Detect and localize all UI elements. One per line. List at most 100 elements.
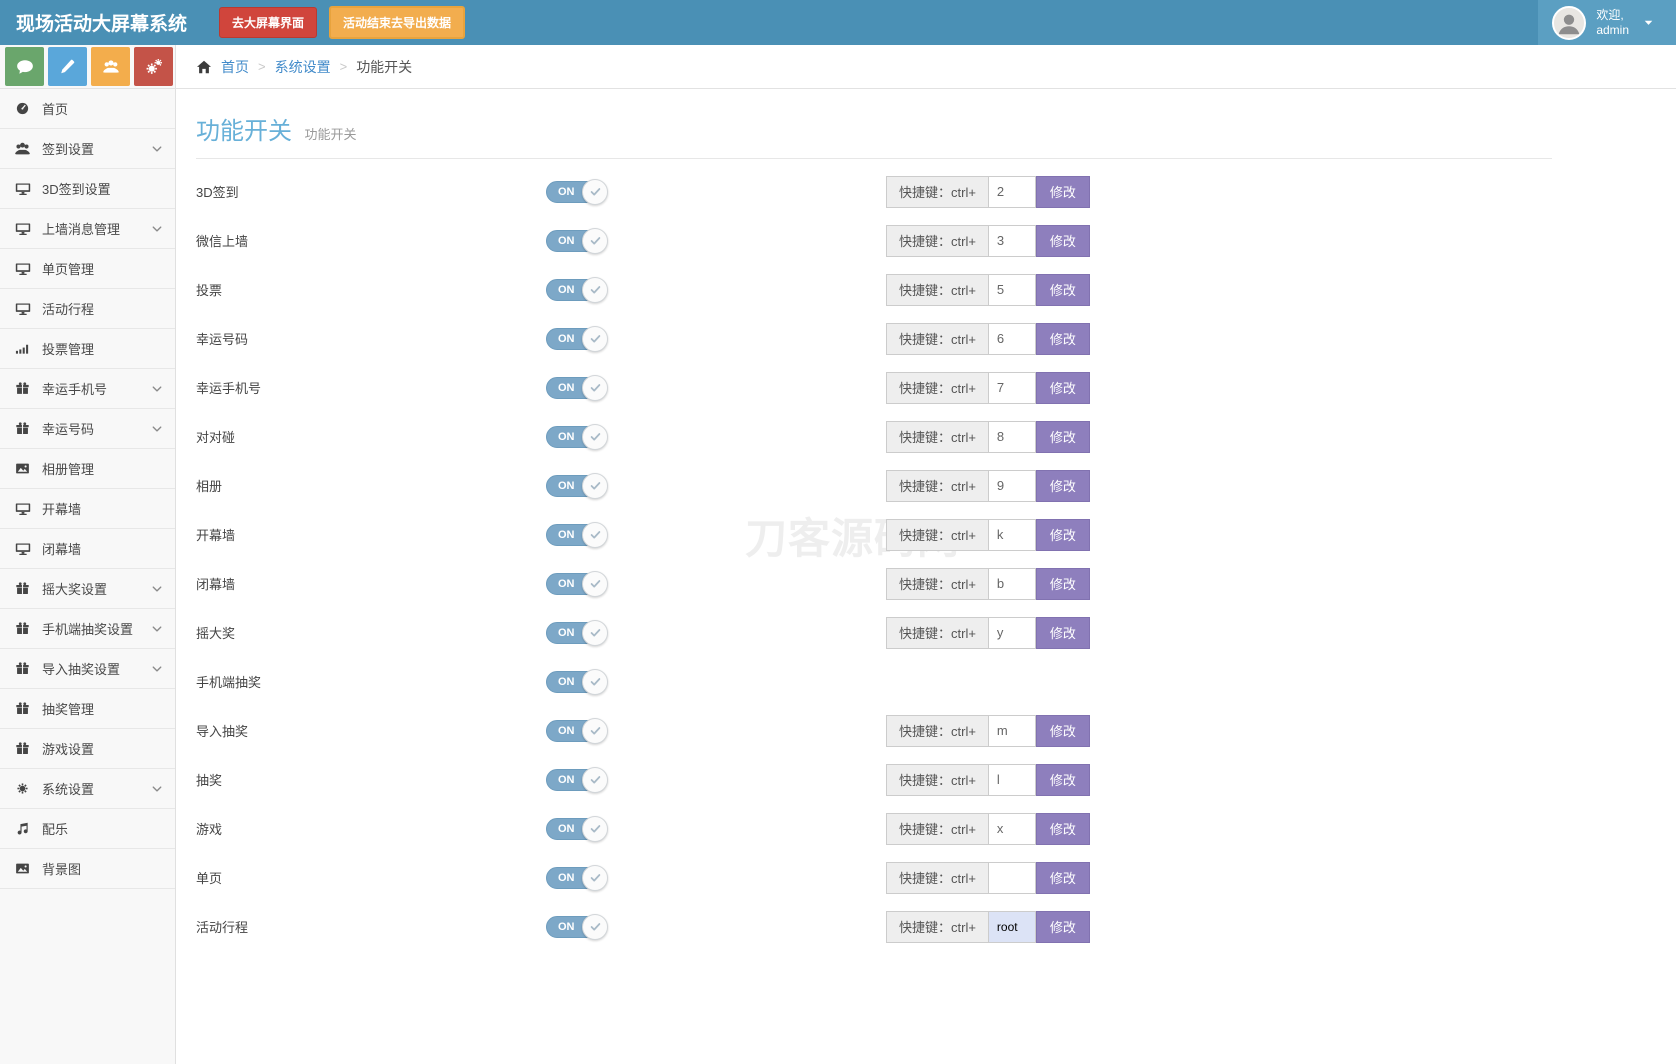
feature-toggle[interactable]: ON (546, 228, 608, 254)
feature-label: 手机端抽奖 (196, 672, 546, 691)
modify-button[interactable]: 修改 (1036, 617, 1090, 649)
sidebar-item-event-schedule[interactable]: 活动行程 (0, 289, 175, 329)
shortcut-key-input[interactable] (988, 764, 1036, 796)
sidebar-item-label: 摇大奖设置 (42, 579, 140, 598)
sidebar-item-shake-prize-settings[interactable]: 摇大奖设置 (0, 569, 175, 609)
sidebar-item-signin-settings[interactable]: 签到设置 (0, 129, 175, 169)
feature-toggle[interactable]: ON (546, 914, 608, 940)
modify-button[interactable]: 修改 (1036, 519, 1090, 551)
sidebar-item-lucky-number[interactable]: 幸运号码 (0, 409, 175, 449)
modify-button[interactable]: 修改 (1036, 470, 1090, 502)
sidebar-item-game-settings[interactable]: 游戏设置 (0, 729, 175, 769)
feature-label: 相册 (196, 476, 546, 495)
feature-toggle[interactable]: ON (546, 326, 608, 352)
chevron-down-icon (151, 663, 163, 675)
shortcut-group: 快捷键：ctrl+修改 (886, 862, 1090, 894)
sidebar-item-home[interactable]: 首页 (0, 89, 175, 129)
sidebar-item-lucky-phone-number[interactable]: 幸运手机号 (0, 369, 175, 409)
sidebar-menu: 首页签到设置3D签到设置上墙消息管理单页管理活动行程投票管理幸运手机号幸运号码相… (0, 89, 176, 1064)
sidebar-item-lottery-management[interactable]: 抽奖管理 (0, 689, 175, 729)
modify-button[interactable]: 修改 (1036, 176, 1090, 208)
modify-button[interactable]: 修改 (1036, 274, 1090, 306)
chevron-down-icon (151, 143, 163, 155)
shortcut-key-input[interactable] (988, 274, 1036, 306)
feature-label: 活动行程 (196, 917, 546, 936)
feature-toggle[interactable]: ON (546, 473, 608, 499)
breadcrumb-current: 功能开关 (356, 57, 412, 77)
feature-toggle[interactable]: ON (546, 669, 608, 695)
chevron-down-icon (151, 423, 163, 435)
shortcut-key-input[interactable] (988, 862, 1036, 894)
feature-toggle[interactable]: ON (546, 865, 608, 891)
shortcut-addon-label: 快捷键：ctrl+ (886, 470, 988, 502)
feature-row-import-lottery: 导入抽奖ON快捷键：ctrl+修改 (196, 706, 1552, 755)
shortcut-addon-label: 快捷键：ctrl+ (886, 764, 988, 796)
shortcut-key-input[interactable] (988, 176, 1036, 208)
sidebar-item-single-page-management[interactable]: 单页管理 (0, 249, 175, 289)
users-quick-button[interactable] (91, 47, 130, 86)
feature-toggle[interactable]: ON (546, 767, 608, 793)
sidebar-item-album-management[interactable]: 相册管理 (0, 449, 175, 489)
modify-button[interactable]: 修改 (1036, 421, 1090, 453)
chat-icon (16, 58, 34, 76)
sidebar-item-closing-wall[interactable]: 闭幕墙 (0, 529, 175, 569)
modify-button[interactable]: 修改 (1036, 715, 1090, 747)
feature-toggle[interactable]: ON (546, 375, 608, 401)
shortcut-addon-label: 快捷键：ctrl+ (886, 225, 988, 257)
toggle-check-icon (582, 718, 608, 744)
shortcut-key-input[interactable] (988, 519, 1036, 551)
pencil-quick-button[interactable] (48, 47, 87, 86)
modify-button[interactable]: 修改 (1036, 813, 1090, 845)
shortcut-key-input[interactable] (988, 568, 1036, 600)
shortcut-key-input[interactable] (988, 617, 1036, 649)
gears-quick-button[interactable] (134, 47, 173, 86)
modify-button[interactable]: 修改 (1036, 225, 1090, 257)
modify-button[interactable]: 修改 (1036, 911, 1090, 943)
sidebar-item-background-music[interactable]: 配乐 (0, 809, 175, 849)
shortcut-group: 快捷键：ctrl+修改 (886, 911, 1090, 943)
feature-toggle[interactable]: ON (546, 179, 608, 205)
shortcut-key-input[interactable] (988, 911, 1036, 943)
shortcut-group: 快捷键：ctrl+修改 (886, 176, 1090, 208)
export-data-button[interactable]: 活动结束去导出数据 (329, 6, 465, 39)
feature-row-wechat-wall: 微信上墙ON快捷键：ctrl+修改 (196, 216, 1552, 265)
sidebar-item-opening-wall[interactable]: 开幕墙 (0, 489, 175, 529)
user-menu[interactable]: 欢迎, admin (1538, 0, 1676, 45)
feature-toggle[interactable]: ON (546, 718, 608, 744)
shortcut-key-input[interactable] (988, 470, 1036, 502)
feature-toggle[interactable]: ON (546, 571, 608, 597)
modify-button[interactable]: 修改 (1036, 568, 1090, 600)
feature-toggle[interactable]: ON (546, 816, 608, 842)
sidebar-item-3d-signin-settings[interactable]: 3D签到设置 (0, 169, 175, 209)
feature-toggle[interactable]: ON (546, 522, 608, 548)
sidebar-item-system-settings[interactable]: 系统设置 (0, 769, 175, 809)
feature-toggle[interactable]: ON (546, 277, 608, 303)
modify-button[interactable]: 修改 (1036, 323, 1090, 355)
shortcut-key-input[interactable] (988, 372, 1036, 404)
shortcut-key-input[interactable] (988, 225, 1036, 257)
chat-quick-button[interactable] (5, 47, 44, 86)
shortcut-key-input[interactable] (988, 421, 1036, 453)
shortcut-key-input[interactable] (988, 715, 1036, 747)
top-navbar: 现场活动大屏幕系统 去大屏幕界面 活动结束去导出数据 欢迎, admin (0, 0, 1676, 45)
modify-button[interactable]: 修改 (1036, 372, 1090, 404)
breadcrumb-home[interactable]: 首页 (221, 57, 249, 77)
sidebar-item-mobile-lottery-settings[interactable]: 手机端抽奖设置 (0, 609, 175, 649)
shortcut-group: 快捷键：ctrl+ 修改 (886, 470, 1090, 502)
sidebar-item-import-lottery-settings[interactable]: 导入抽奖设置 (0, 649, 175, 689)
modify-button[interactable]: 修改 (1036, 764, 1090, 796)
toggle-check-icon (582, 865, 608, 891)
username: admin (1596, 23, 1629, 38)
sidebar-item-wall-message-management[interactable]: 上墙消息管理 (0, 209, 175, 249)
shortcut-key-input[interactable] (988, 323, 1036, 355)
sidebar-item-background-image[interactable]: 背景图 (0, 849, 175, 889)
breadcrumb-section[interactable]: 系统设置 (275, 57, 331, 77)
shortcut-key-input[interactable] (988, 813, 1036, 845)
sidebar-item-vote-management[interactable]: 投票管理 (0, 329, 175, 369)
modify-button[interactable]: 修改 (1036, 862, 1090, 894)
desktop-icon (14, 301, 31, 317)
go-big-screen-button[interactable]: 去大屏幕界面 (219, 7, 317, 38)
feature-toggle[interactable]: ON (546, 620, 608, 646)
feature-toggle[interactable]: ON (546, 424, 608, 450)
feature-label: 投票 (196, 280, 546, 299)
